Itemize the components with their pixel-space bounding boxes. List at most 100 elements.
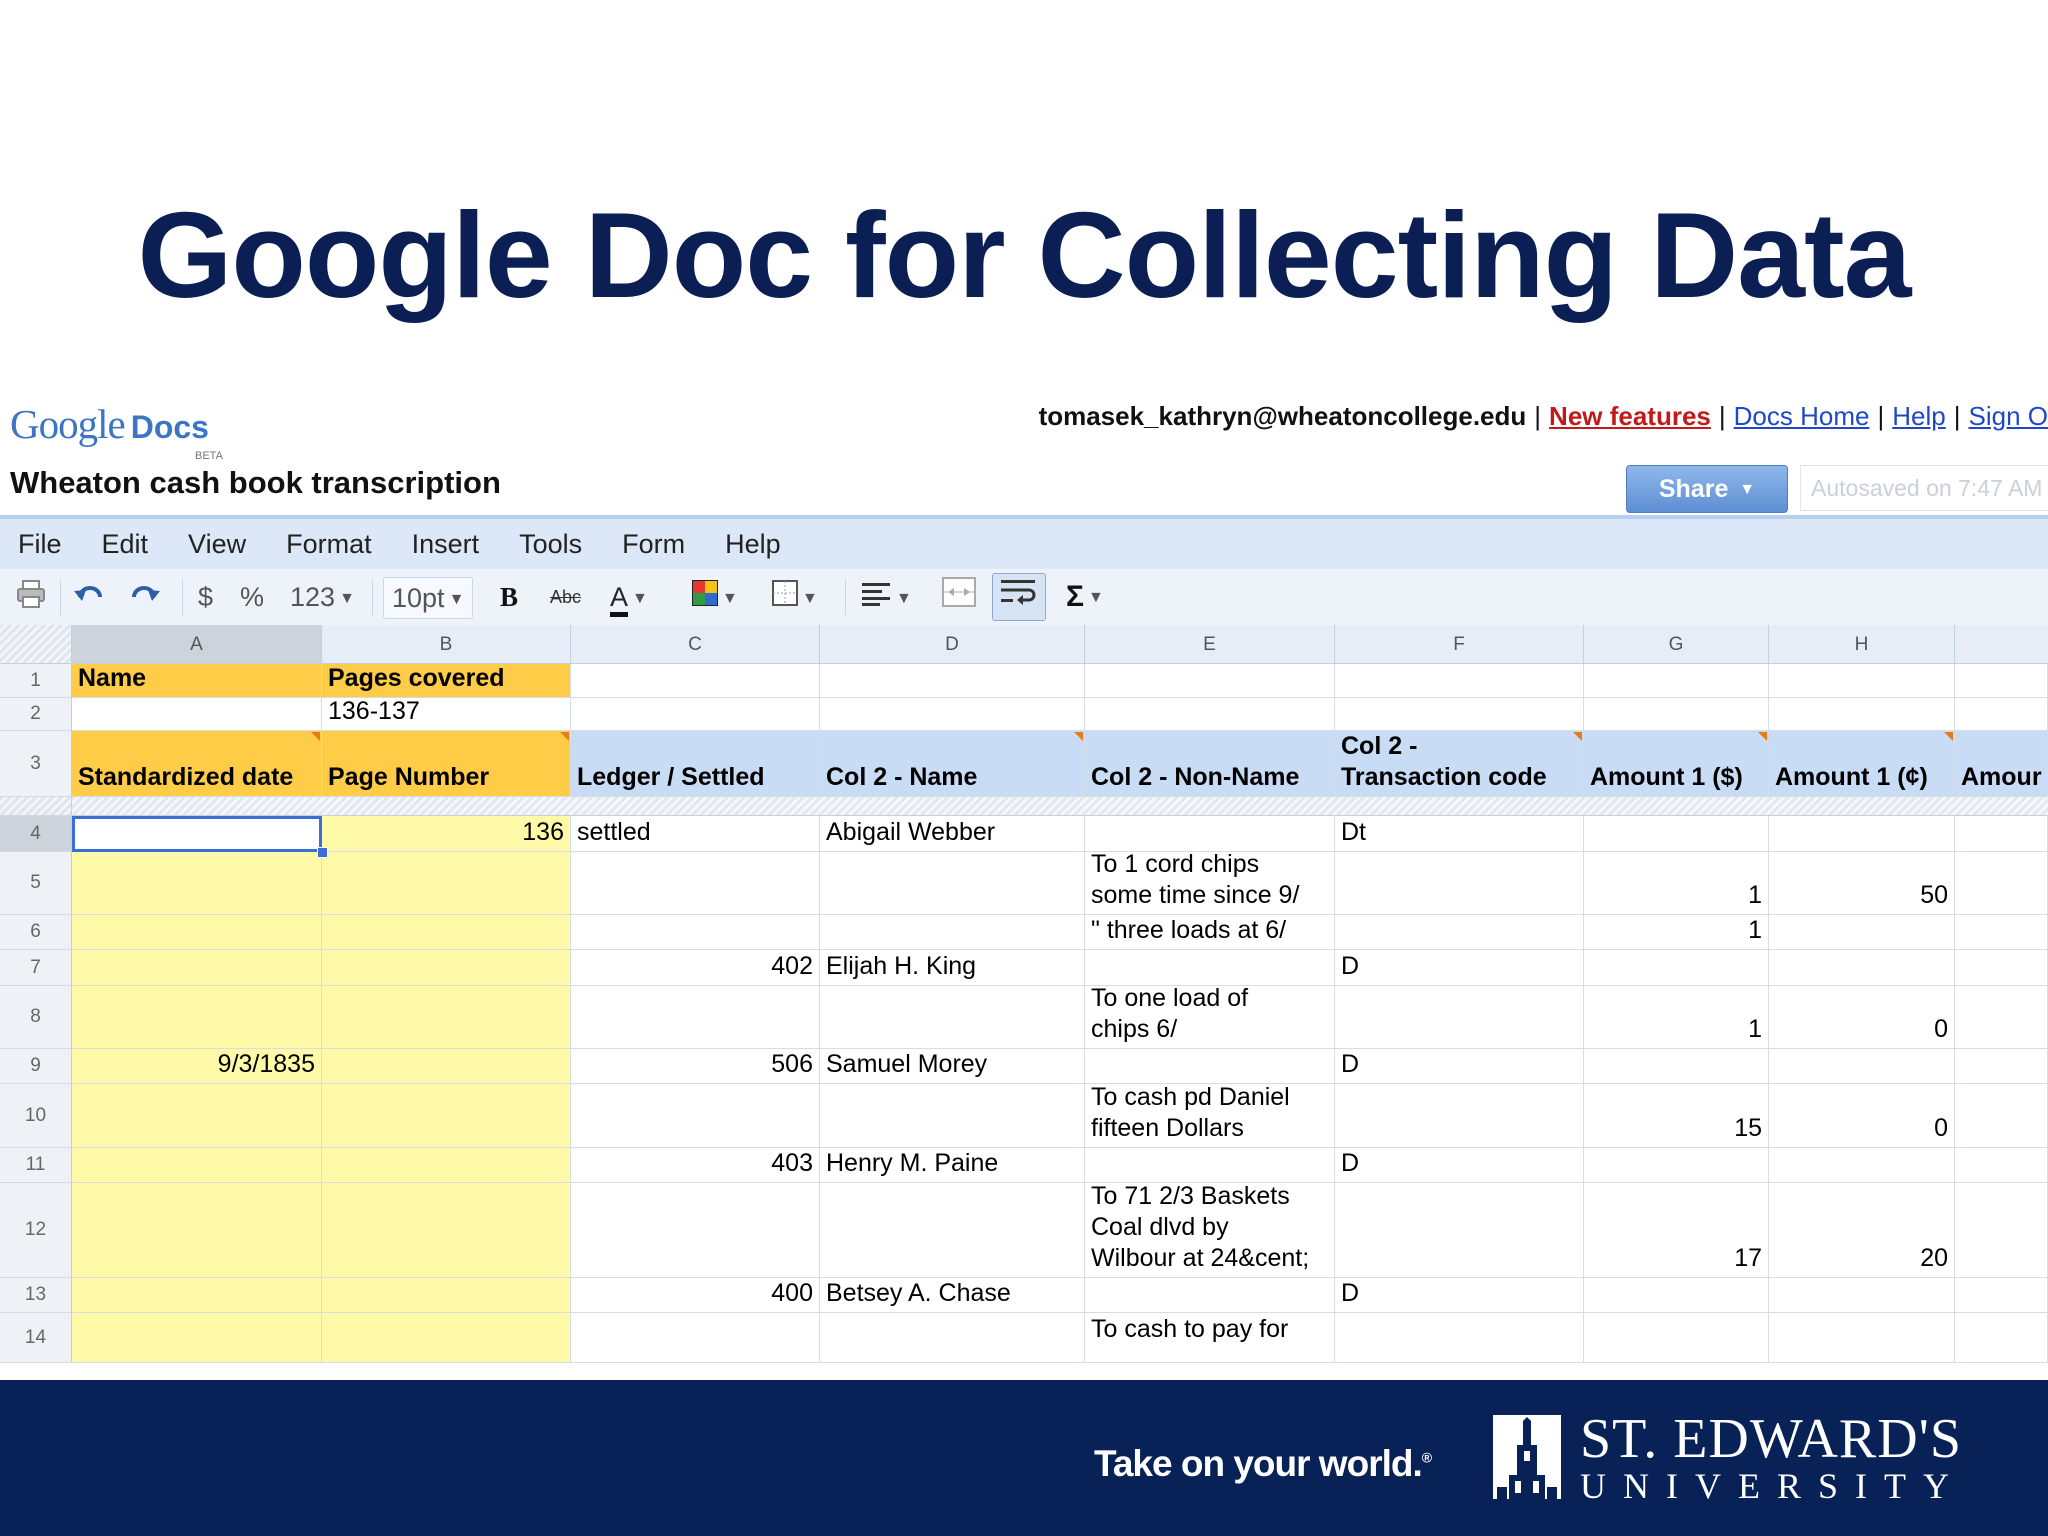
comment-marker[interactable] (311, 732, 320, 741)
row-header-13[interactable]: 13 (0, 1278, 72, 1313)
cell-i4[interactable] (1955, 816, 2048, 852)
cell-c13[interactable]: 400 (571, 1278, 820, 1313)
cell-h12[interactable]: 20 (1769, 1183, 1955, 1278)
cell-g7[interactable] (1584, 950, 1769, 986)
cell-d3[interactable]: Col 2 - Name (820, 731, 1085, 797)
column-header-d[interactable]: D (820, 625, 1085, 664)
cell-f14[interactable] (1335, 1313, 1584, 1363)
cell-g5[interactable]: 1 (1584, 852, 1769, 915)
row-header-1[interactable]: 1 (0, 664, 72, 698)
cell-c5[interactable] (571, 852, 820, 915)
cell-b14[interactable] (322, 1313, 571, 1363)
cell-g10[interactable]: 15 (1584, 1084, 1769, 1148)
cell-f12[interactable] (1335, 1183, 1584, 1278)
cell-g1[interactable] (1584, 664, 1769, 698)
cell-e10[interactable]: To cash pd Daniel fifteen Dollars (1085, 1084, 1335, 1148)
cell-b4[interactable]: 136 (322, 816, 571, 852)
align-dropdown[interactable]: ▼ (862, 577, 912, 617)
comment-marker[interactable] (1074, 732, 1083, 741)
row-header-8[interactable]: 8 (0, 986, 72, 1049)
cell-f5[interactable] (1335, 852, 1584, 915)
wrap-text-toggle[interactable] (992, 573, 1046, 621)
cell-c9[interactable]: 506 (571, 1049, 820, 1084)
cell-c2[interactable] (571, 698, 820, 731)
comment-marker[interactable] (1758, 732, 1767, 741)
cell-b2[interactable]: 136-137 (322, 698, 571, 731)
print-icon[interactable] (14, 577, 48, 617)
strikethrough-button[interactable]: Abc (550, 577, 581, 617)
row-header-2[interactable]: 2 (0, 698, 72, 731)
cell-f10[interactable] (1335, 1084, 1584, 1148)
new-features-link[interactable]: New features (1549, 401, 1711, 431)
bold-button[interactable]: B (500, 577, 518, 617)
row-header-11[interactable]: 11 (0, 1148, 72, 1183)
document-title[interactable]: Wheaton cash book transcription (10, 465, 501, 501)
cell-i5[interactable] (1955, 852, 2048, 915)
docs-home-link[interactable]: Docs Home (1734, 401, 1870, 431)
cell-b10[interactable] (322, 1084, 571, 1148)
cell-f6[interactable] (1335, 915, 1584, 950)
cell-b12[interactable] (322, 1183, 571, 1278)
undo-icon[interactable] (72, 577, 106, 617)
cell-a1[interactable]: Name (72, 664, 322, 698)
cell-g13[interactable] (1584, 1278, 1769, 1313)
cell-f3[interactable]: Col 2 - Transaction code (1335, 731, 1584, 797)
cell-d14[interactable] (820, 1313, 1085, 1363)
cell-a9[interactable]: 9/3/1835 (72, 1049, 322, 1084)
cell-h14[interactable] (1769, 1313, 1955, 1363)
cell-e12[interactable]: To 71 2/3 Baskets Coal dlvd by Wilbour a… (1085, 1183, 1335, 1278)
cell-d9[interactable]: Samuel Morey (820, 1049, 1085, 1084)
cell-a4-active[interactable] (72, 816, 322, 852)
row-header-5[interactable]: 5 (0, 852, 72, 915)
cell-b11[interactable] (322, 1148, 571, 1183)
menu-format[interactable]: Format (286, 519, 372, 569)
cell-h1[interactable] (1769, 664, 1955, 698)
cell-g6[interactable]: 1 (1584, 915, 1769, 950)
column-header-b[interactable]: B (322, 625, 571, 664)
cell-e13[interactable] (1085, 1278, 1335, 1313)
column-header-e[interactable]: E (1085, 625, 1335, 664)
row-header-12[interactable]: 12 (0, 1183, 72, 1278)
cell-e5[interactable]: To 1 cord chips some time since 9/ (1085, 852, 1335, 915)
cell-d1[interactable] (820, 664, 1085, 698)
cell-b3[interactable]: Page Number (322, 731, 571, 797)
cell-i2[interactable] (1955, 698, 2048, 731)
cell-a14[interactable] (72, 1313, 322, 1363)
cell-g2[interactable] (1584, 698, 1769, 731)
cell-e6[interactable]: " three loads at 6/ (1085, 915, 1335, 950)
cell-b8[interactable] (322, 986, 571, 1049)
cell-c3[interactable]: Ledger / Settled (571, 731, 820, 797)
cell-g4[interactable] (1584, 816, 1769, 852)
cell-b1[interactable]: Pages covered (322, 664, 571, 698)
cell-h5[interactable]: 50 (1769, 852, 1955, 915)
menu-view[interactable]: View (188, 519, 246, 569)
cell-a11[interactable] (72, 1148, 322, 1183)
cell-h8[interactable]: 0 (1769, 986, 1955, 1049)
menu-edit[interactable]: Edit (102, 519, 149, 569)
cell-h11[interactable] (1769, 1148, 1955, 1183)
comment-marker[interactable] (1573, 732, 1582, 741)
cell-g12[interactable]: 17 (1584, 1183, 1769, 1278)
cell-i11[interactable] (1955, 1148, 2048, 1183)
fill-color-dropdown[interactable]: ▼ (692, 577, 738, 617)
cell-g8[interactable]: 1 (1584, 986, 1769, 1049)
cell-e11[interactable] (1085, 1148, 1335, 1183)
column-header-g[interactable]: G (1584, 625, 1769, 664)
fill-handle[interactable] (317, 847, 328, 858)
cell-c1[interactable] (571, 664, 820, 698)
cell-h7[interactable] (1769, 950, 1955, 986)
cell-i12[interactable] (1955, 1183, 2048, 1278)
google-docs-logo[interactable]: Google Docs BETA (10, 400, 223, 462)
cell-d5[interactable] (820, 852, 1085, 915)
row-header-3[interactable]: 3 (0, 731, 72, 797)
cell-d8[interactable] (820, 986, 1085, 1049)
cell-i14[interactable] (1955, 1313, 2048, 1363)
cell-d4[interactable]: Abigail Webber (820, 816, 1085, 852)
cell-a6[interactable] (72, 915, 322, 950)
cell-a7[interactable] (72, 950, 322, 986)
cell-d11[interactable]: Henry M. Paine (820, 1148, 1085, 1183)
cell-h4[interactable] (1769, 816, 1955, 852)
cell-a8[interactable] (72, 986, 322, 1049)
cell-b13[interactable] (322, 1278, 571, 1313)
cell-c11[interactable]: 403 (571, 1148, 820, 1183)
